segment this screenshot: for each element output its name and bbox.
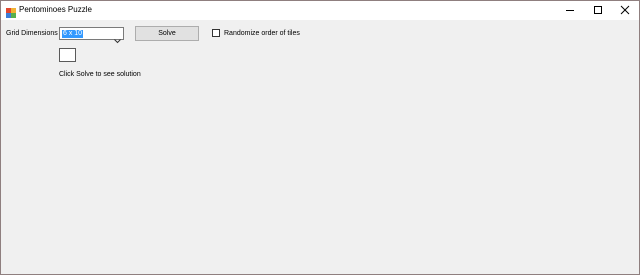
grid-dimensions-label: Grid Dimensions bbox=[6, 30, 58, 37]
window-title: Pentominoes Puzzle bbox=[19, 5, 92, 14]
close-button[interactable] bbox=[611, 1, 639, 20]
minimize-button[interactable] bbox=[556, 1, 584, 20]
maximize-button[interactable] bbox=[584, 1, 612, 20]
randomize-label[interactable]: Randomize order of tiles bbox=[224, 30, 300, 37]
grid-dimensions-value: 6 x 10 bbox=[62, 30, 84, 38]
maximize-icon bbox=[593, 2, 603, 20]
grid-dimensions-dropdown[interactable]: 6 x 10 bbox=[59, 27, 124, 44]
solve-button[interactable]: Solve bbox=[135, 26, 199, 41]
randomize-checkbox[interactable] bbox=[212, 29, 220, 37]
title-bar[interactable]: Pentominoes Puzzle bbox=[1, 1, 639, 20]
app-window: Pentominoes Puzzle Grid Dimensions 6 x 1… bbox=[0, 0, 640, 275]
close-icon bbox=[620, 2, 630, 20]
status-message: Click Solve to see solution bbox=[59, 71, 141, 78]
chevron-down-icon bbox=[114, 31, 121, 44]
minimize-icon bbox=[565, 2, 575, 20]
puzzle-grid-preview bbox=[59, 48, 76, 62]
puzzle-app-icon bbox=[6, 5, 16, 18]
